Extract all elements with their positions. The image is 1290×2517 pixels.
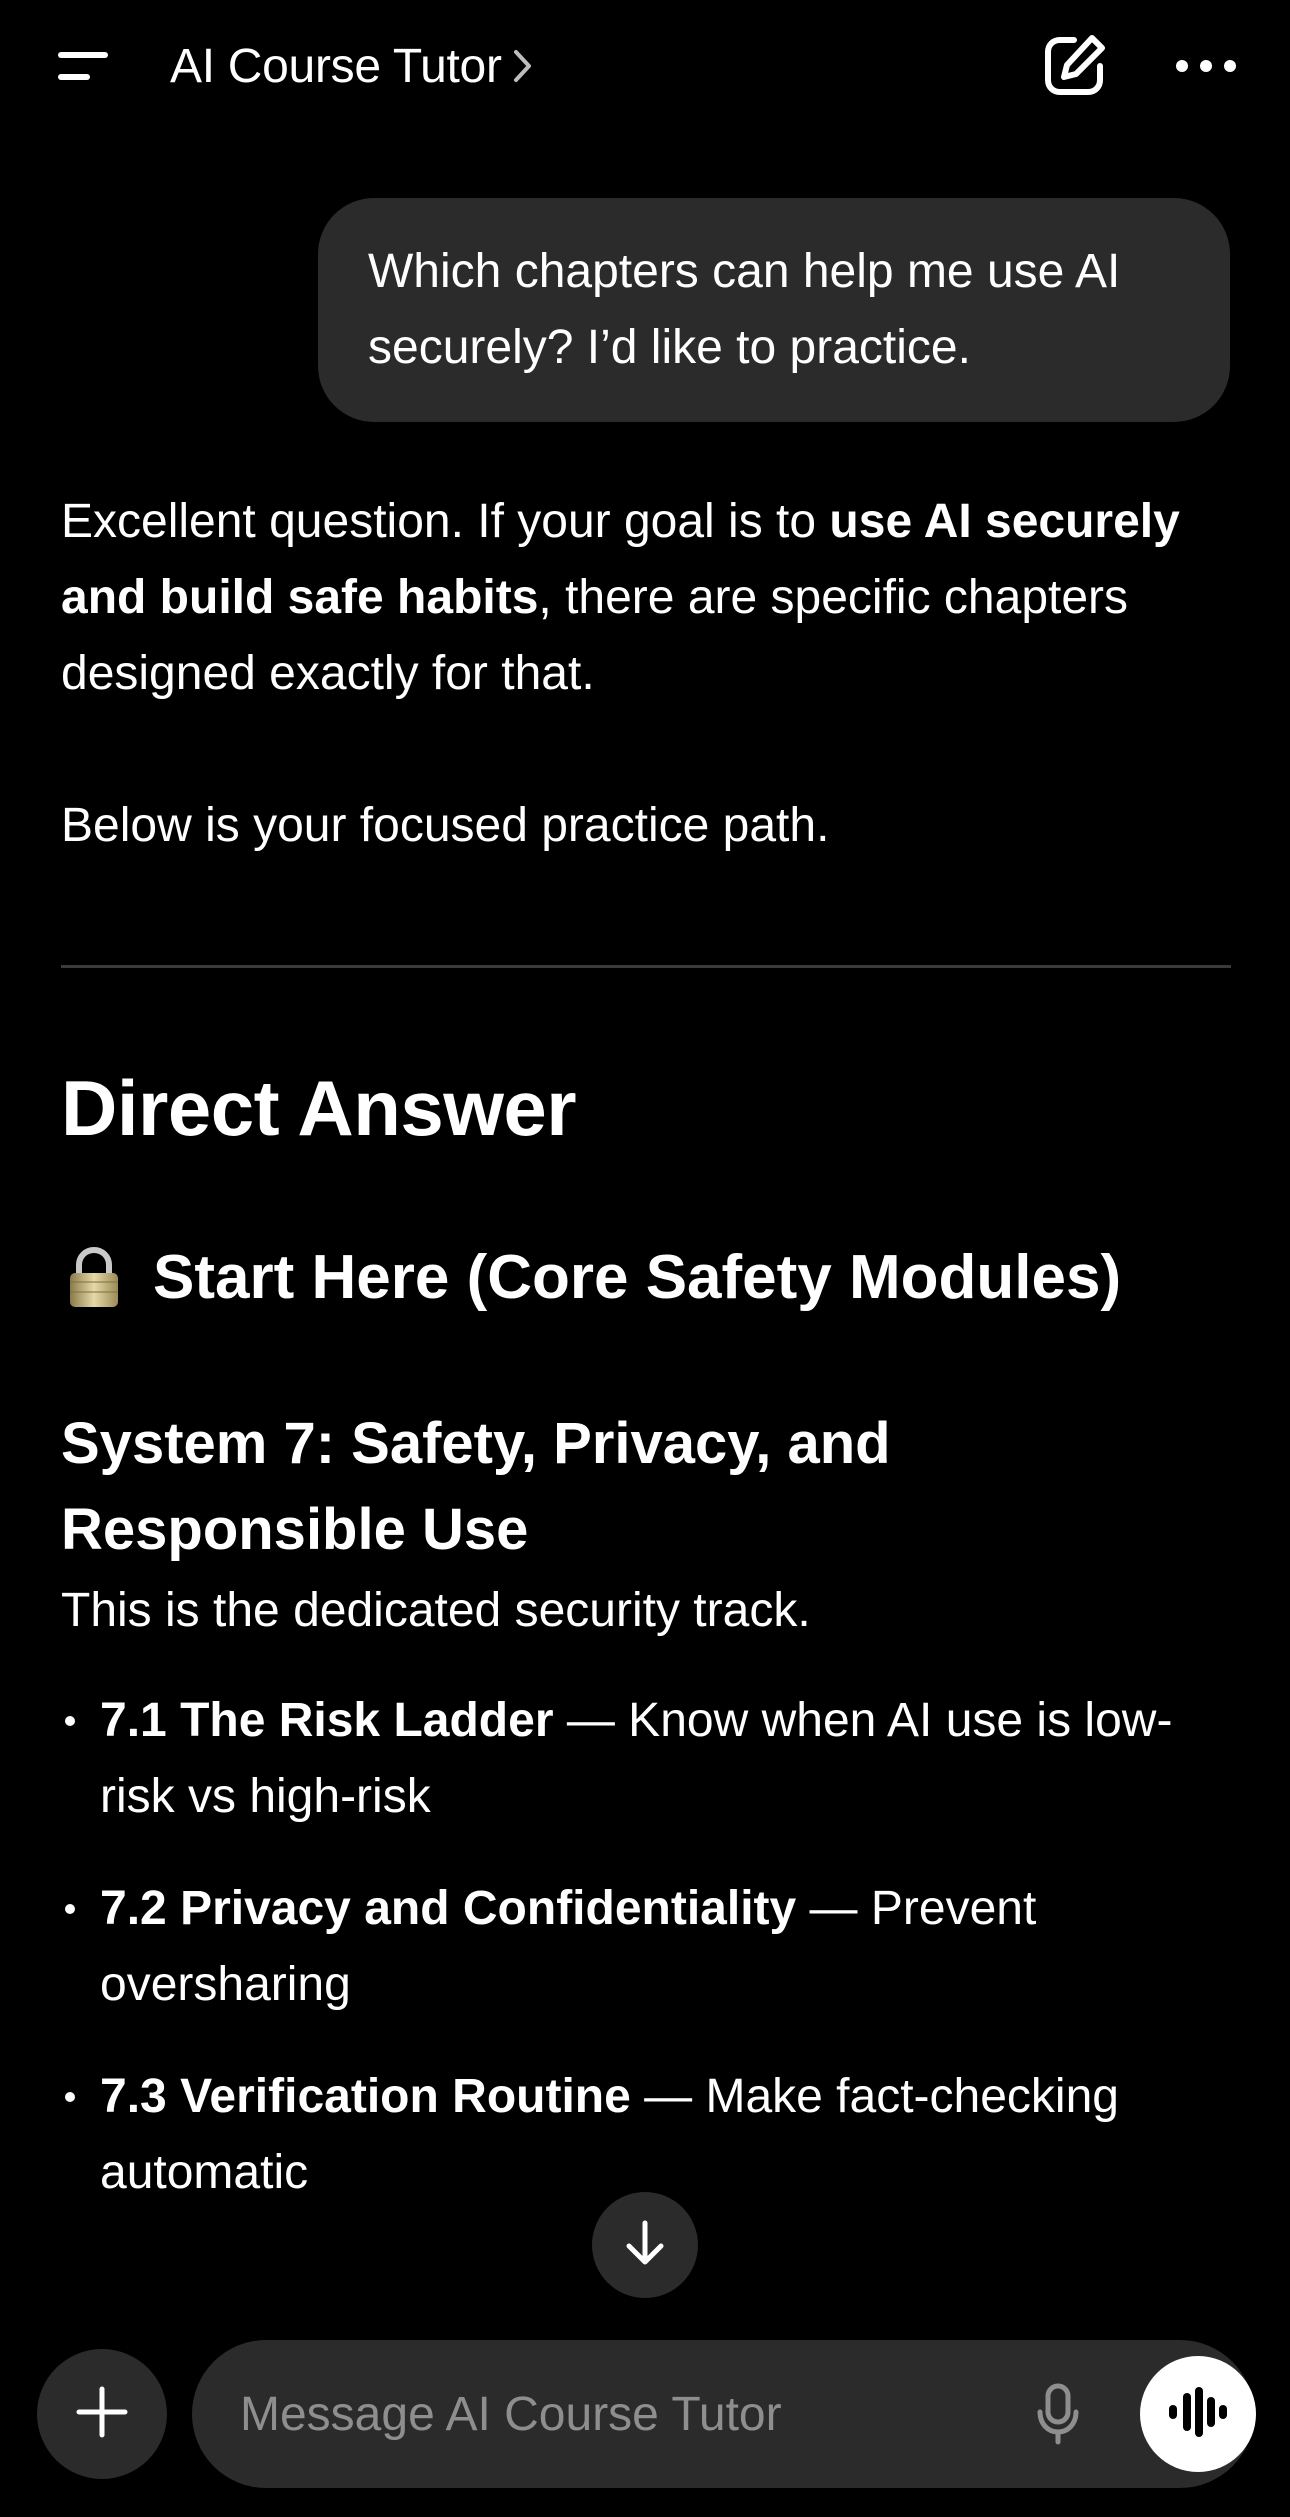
user-message-bubble: Which chapters can help me use AI secure… — [318, 198, 1230, 422]
module-title: 7.3 Verification Routine — [100, 2070, 631, 2123]
app-title: AI Course Tutor — [170, 39, 502, 93]
voice-waveform-icon — [1167, 2385, 1229, 2444]
lock-icon — [61, 1245, 127, 1311]
module-list: 7.1 The Risk Ladder — Know when AI use i… — [61, 1683, 1231, 2211]
attach-button[interactable] — [37, 2349, 167, 2479]
scroll-to-bottom-button[interactable] — [592, 2192, 698, 2298]
heading-start-text: Start Here (Core Safety Modules) — [153, 1243, 1122, 1312]
edit-icon[interactable] — [1040, 32, 1108, 100]
arrow-down-icon — [623, 2219, 667, 2272]
app-header: AI Course Tutor — [0, 0, 1290, 132]
practice-path-line: Below is your focused practice path. — [61, 799, 830, 852]
module-title: 7.2 Privacy and Confidentiality — [100, 1882, 797, 1935]
menu-icon[interactable] — [48, 40, 120, 92]
section-divider — [61, 965, 1231, 968]
user-message-text: Which chapters can help me use AI secure… — [368, 245, 1121, 374]
list-item: 7.3 Verification Routine — Make fact-che… — [61, 2059, 1231, 2211]
mic-icon[interactable] — [1020, 2376, 1096, 2452]
heading-direct-answer: Direct Answer — [61, 1064, 577, 1152]
chevron-right-icon — [512, 48, 534, 84]
list-item: 7.1 The Risk Ladder — Know when AI use i… — [61, 1683, 1231, 1835]
assistant-message: Excellent question. If your goal is to u… — [61, 484, 1231, 2247]
chat-title-button[interactable]: AI Course Tutor — [170, 32, 534, 100]
message-composer — [192, 2340, 1256, 2488]
voice-mode-button[interactable] — [1140, 2356, 1256, 2472]
track-description: This is the dedicated security track. — [61, 1584, 811, 1637]
assistant-intro: Excellent question. If your goal is to u… — [61, 495, 1180, 700]
heading-system-7: System 7: Safety, Privacy, and Responsib… — [61, 1411, 891, 1562]
module-title: 7.1 The Risk Ladder — [100, 1694, 554, 1747]
heading-start-here: Start Here (Core Safety Modules) — [61, 1238, 1231, 1318]
plus-icon — [75, 2385, 129, 2444]
message-input[interactable] — [240, 2374, 1000, 2454]
list-item: 7.2 Privacy and Confidentiality — Preven… — [61, 1871, 1231, 2023]
ellipsis-icon[interactable] — [1170, 40, 1242, 92]
